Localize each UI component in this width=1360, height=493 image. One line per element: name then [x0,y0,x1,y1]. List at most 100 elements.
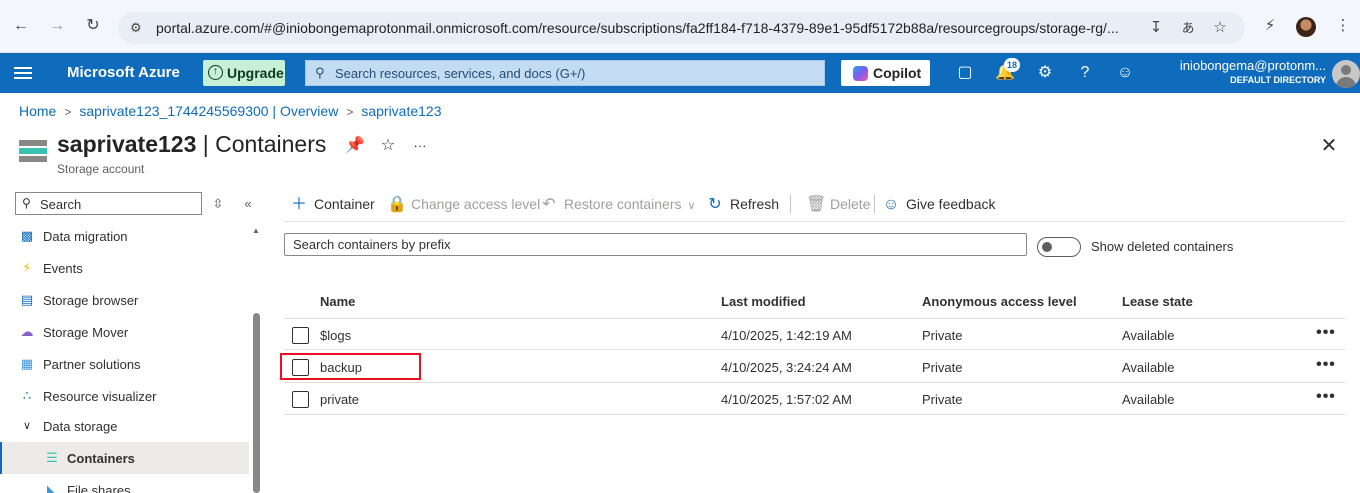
help-icon[interactable]: ? [1075,63,1095,83]
containers-icon: ☰ [46,450,58,465]
sidebar-scrollbar-thumb[interactable] [253,313,260,493]
show-deleted-label: Show deleted containers [1091,239,1234,254]
user-directory: DEFAULT DIRECTORY [1230,75,1326,85]
delete-label: Delete [830,196,871,212]
change-access-level-label: Change access level [411,196,541,212]
global-search-placeholder: Search resources, services, and docs (G+… [335,66,586,81]
lightning-icon: ⚡ [22,260,32,275]
install-app-icon[interactable]: ↧ [1146,18,1166,38]
user-avatar[interactable] [1332,60,1360,88]
give-feedback-button[interactable]: ☺ Give feedback [882,192,996,216]
azure-top-bar: Microsoft Azure ↑ Upgrade ⚲ Search resou… [0,53,1360,93]
back-arrow-icon[interactable]: ← [10,15,32,37]
sidebar-item-file-shares[interactable]: ◣ File shares [0,474,249,493]
sidebar-item-partner-solutions[interactable]: ▦ Partner solutions [0,348,249,380]
lease-state-cell: Available [1122,392,1175,407]
translate-icon[interactable]: ぁ [1178,18,1198,38]
global-search-input[interactable]: ⚲ Search resources, services, and docs (… [305,60,825,86]
refresh-label: Refresh [730,196,780,212]
undo-icon: ↶ [542,196,556,213]
scroll-up-arrow-icon[interactable]: ▲ [252,226,260,235]
pin-icon[interactable]: 📌 [345,136,365,156]
sidebar-item-label: Resource visualizer [43,389,157,404]
show-deleted-toggle[interactable] [1037,237,1081,257]
column-header-access-level[interactable]: Anonymous access level [922,294,1077,309]
access-level-cell: Private [922,392,963,407]
browser-menu-icon[interactable]: ⋮ [1332,15,1354,37]
more-options-icon[interactable]: ··· [410,136,430,156]
feedback-icon[interactable]: ☺ [1115,63,1135,83]
lease-state-cell: Available [1122,328,1175,343]
column-header-lease-state[interactable]: Lease state [1122,294,1193,309]
extension-icon[interactable]: ⚡ [1259,15,1281,37]
prefix-search-placeholder: Search containers by prefix [293,237,451,252]
url-text[interactable]: portal.azure.com/#@iniobongemaprotonmail… [156,20,1136,36]
row-more-options-icon[interactable]: ••• [1314,387,1338,407]
last-modified-cell: 4/10/2025, 1:57:02 AM [721,392,852,407]
bookmark-star-icon[interactable]: ☆ [1210,18,1230,38]
upgrade-label: Upgrade [227,65,284,81]
sidebar-item-label: Events [43,261,83,276]
upgrade-button[interactable]: ↑ Upgrade [203,60,285,86]
breadcrumb-storage-account[interactable]: saprivate123 [361,103,441,119]
container-name-link[interactable]: $logs [320,328,351,343]
forward-arrow-icon[interactable]: → [46,15,68,37]
lock-icon: 🔒 [387,196,407,213]
sidebar-search-input[interactable]: ⚲ Search [15,192,202,215]
expand-collapse-icon[interactable]: ⇳ [210,196,226,212]
last-modified-cell: 4/10/2025, 3:24:24 AM [721,360,852,375]
add-container-button[interactable]: ＋ Container [290,192,375,216]
sidebar-item-storage-mover[interactable]: ☁ Storage Mover [0,316,249,348]
table-row[interactable]: $logs 4/10/2025, 1:42:19 AM Private Avai… [284,318,1345,350]
hamburger-menu-icon[interactable] [14,64,32,82]
restore-containers-button[interactable]: ↶ Restore containers ∨ [540,192,695,216]
chevron-right-icon: > [64,105,72,119]
account-info[interactable]: iniobongema@protonm... DEFAULT DIRECTORY [1180,58,1326,85]
title-separator: | [202,131,209,157]
browser-profile-avatar[interactable] [1296,17,1316,37]
brand-title[interactable]: Microsoft Azure [67,64,180,81]
copilot-button[interactable]: Copilot [841,60,930,86]
collapse-sidebar-icon[interactable]: « [240,196,256,212]
container-prefix-search-input[interactable]: Search containers by prefix [284,233,1027,256]
breadcrumb-home[interactable]: Home [19,103,56,119]
file-shares-icon: ◣ [47,482,57,493]
row-checkbox[interactable] [292,327,309,344]
column-header-last-modified[interactable]: Last modified [721,294,806,309]
cloud-icon: ☁ [20,324,34,339]
close-icon[interactable]: ✕ [1318,135,1340,157]
row-more-options-icon[interactable]: ••• [1314,323,1338,343]
change-access-level-button[interactable]: 🔒 Change access level [387,192,540,216]
breadcrumb: Home > saprivate123_1744245569300 | Overvi… [19,103,442,119]
table-row[interactable]: backup 4/10/2025, 3:24:24 AM Private Ava… [284,351,1345,383]
column-header-name[interactable]: Name [320,294,355,309]
sidebar-group-data-storage[interactable]: ∨ Data storage [0,410,249,442]
reload-icon[interactable]: ↻ [82,15,104,37]
give-feedback-label: Give feedback [906,196,996,212]
row-checkbox[interactable] [292,391,309,408]
delete-button[interactable]: 🗑 Delete [806,192,870,216]
sidebar-nav: ▩ Data migration ⚡ Events ▤ Storage brow… [0,220,262,493]
sidebar-item-events[interactable]: ⚡ Events [0,252,249,284]
site-settings-icon[interactable]: ⚙ [130,19,148,37]
settings-gear-icon[interactable]: ⚙ [1035,63,1055,83]
refresh-button[interactable]: ↻ Refresh [706,192,779,216]
sidebar-item-label: Storage browser [43,293,139,308]
sidebar-item-data-migration[interactable]: ▩ Data migration [0,220,249,252]
table-row[interactable]: private 4/10/2025, 1:57:02 AM Private Av… [284,383,1345,415]
chevron-right-icon: > [346,105,354,119]
trash-icon: 🗑 [806,196,827,213]
cloud-shell-icon[interactable]: ▢ [955,63,975,83]
breadcrumb-overview[interactable]: saprivate123_1744245569300 | Overview [79,103,338,119]
lease-state-cell: Available [1122,360,1175,375]
sidebar-item-resource-visualizer[interactable]: ∴ Resource visualizer [0,380,249,412]
search-icon: ⚲ [315,65,325,80]
sidebar-item-containers[interactable]: ☰ Containers [0,442,249,474]
sidebar-item-label: Data storage [43,419,118,434]
feedback-person-icon: ☺ [882,196,900,213]
address-bar[interactable]: ⚙ portal.azure.com/#@iniobongemaprotonma… [118,12,1245,44]
favorite-star-icon[interactable]: ☆ [378,136,398,156]
sidebar-item-storage-browser[interactable]: ▤ Storage browser [0,284,249,316]
row-more-options-icon[interactable]: ••• [1314,355,1338,375]
container-name-link[interactable]: private [320,392,359,407]
